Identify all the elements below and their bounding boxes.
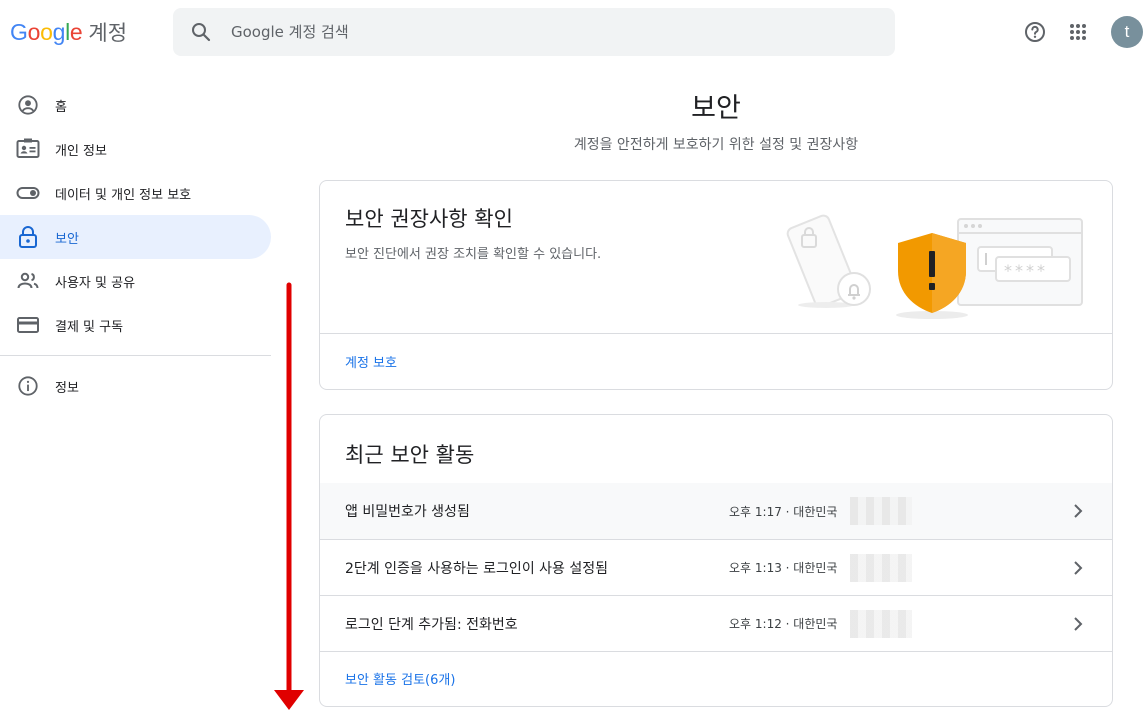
avatar[interactable]: t xyxy=(1111,16,1143,48)
sidebar-item-home[interactable]: 홈 xyxy=(0,83,271,127)
logo-letter: o xyxy=(40,19,53,45)
google-account-logo[interactable]: Google 계정 xyxy=(10,17,127,49)
sidebar-item-label: 홈 xyxy=(55,99,67,115)
app-header: Google 계정 t xyxy=(0,0,1148,64)
scroll-down-arrow-annotation xyxy=(273,282,305,712)
sidebar-divider xyxy=(0,355,271,356)
activity-text: 앱 비밀번호가 생성됨 xyxy=(345,504,470,520)
page-subtitle: 계정을 안전하게 보호하기 위한 설정 및 권장사항 xyxy=(573,137,859,153)
activity-meta: 오후 1:13 · 대한민국 xyxy=(729,561,838,575)
card-divider xyxy=(320,651,1112,652)
product-name: 계정 xyxy=(88,21,128,45)
redacted-location xyxy=(850,497,912,525)
recent-security-activity-card: 최근 보안 활동 앱 비밀번호가 생성됨 오후 1:17 · 대한민국 2단계 … xyxy=(319,414,1113,707)
card-description: 보안 진단에서 권장 조치를 확인할 수 있습니다. xyxy=(345,247,602,262)
activity-text: 2단계 인증을 사용하는 로그인이 사용 설정됨 xyxy=(345,560,608,577)
sidebar-item-label: 개인 정보 xyxy=(55,143,107,159)
help-icon[interactable] xyxy=(1015,12,1055,52)
chevron-right-icon xyxy=(1074,504,1083,518)
activity-meta: 오후 1:17 · 대한민국 xyxy=(729,504,838,519)
apps-icon[interactable] xyxy=(1058,12,1098,52)
card-title: 보안 권장사항 확인 xyxy=(345,207,513,231)
info-icon xyxy=(16,374,40,398)
sidebar-item-label: 데이터 및 개인 정보 보호 xyxy=(55,187,192,203)
bell-illustration-icon xyxy=(837,272,871,306)
sidebar-item-label: 정보 xyxy=(55,380,79,396)
sidebar-item-payments[interactable]: 결제 및 구독 xyxy=(0,303,271,347)
activity-row[interactable]: 앱 비밀번호가 생성됨 오후 1:17 · 대한민국 xyxy=(320,483,1112,539)
credit-card-icon xyxy=(16,313,40,337)
card-divider xyxy=(320,333,1112,334)
chevron-right-icon xyxy=(1074,617,1083,631)
chevron-right-icon xyxy=(1074,561,1083,575)
logo-letter: o xyxy=(27,19,41,45)
protect-account-link[interactable]: 계정 보호 xyxy=(345,352,397,371)
id-card-icon xyxy=(16,137,40,161)
logo-letter: e xyxy=(69,19,83,45)
security-checkup-card[interactable]: 보안 권장사항 확인 보안 진단에서 권장 조치를 확인할 수 있습니다. **… xyxy=(319,180,1113,390)
search-icon[interactable] xyxy=(173,8,229,56)
activity-text: 로그인 단계 추가됨: 전화번호 xyxy=(345,616,518,633)
security-illustration: **** xyxy=(782,205,1092,323)
sidebar-nav: 홈 개인 정보 데이터 및 개인 정보 보호 보안 사용자 및 공유 결제 및 … xyxy=(0,83,272,408)
sidebar-item-people-sharing[interactable]: 사용자 및 공유 xyxy=(0,259,271,303)
sidebar-item-personal-info[interactable]: 개인 정보 xyxy=(0,127,271,171)
activity-row[interactable]: 로그인 단계 추가됨: 전화번호 오후 1:12 · 대한민국 xyxy=(320,595,1112,651)
account-circle-icon xyxy=(16,93,40,117)
redacted-location xyxy=(850,610,912,638)
sidebar-item-label: 보안 xyxy=(55,231,79,247)
toggle-icon xyxy=(16,181,40,205)
review-security-activity-link[interactable]: 보안 활동 검토(6개) xyxy=(345,669,455,688)
sidebar-item-security[interactable]: 보안 xyxy=(0,215,271,259)
sidebar-item-about[interactable]: 정보 xyxy=(0,364,271,408)
activity-meta: 오후 1:12 · 대한민국 xyxy=(729,617,838,631)
sidebar-item-label: 결제 및 구독 xyxy=(55,319,124,335)
warning-shield-icon xyxy=(896,233,968,319)
sidebar-item-label: 사용자 및 공유 xyxy=(55,275,136,291)
browser-window-illustration-icon: **** xyxy=(957,218,1083,306)
logo-letter: g xyxy=(52,19,66,45)
redacted-location xyxy=(850,554,912,582)
sidebar-item-data-privacy[interactable]: 데이터 및 개인 정보 보호 xyxy=(0,171,271,215)
card-title: 최근 보안 활동 xyxy=(345,443,475,467)
logo-letter: G xyxy=(10,19,28,45)
people-icon xyxy=(16,269,40,293)
lock-icon xyxy=(16,225,40,249)
page-title: 보안 xyxy=(691,93,741,124)
search-input[interactable] xyxy=(231,23,831,41)
password-mask-text: **** xyxy=(1004,261,1048,280)
activity-row[interactable]: 2단계 인증을 사용하는 로그인이 사용 설정됨 오후 1:13 · 대한민국 xyxy=(320,539,1112,595)
search-bar xyxy=(173,8,895,56)
